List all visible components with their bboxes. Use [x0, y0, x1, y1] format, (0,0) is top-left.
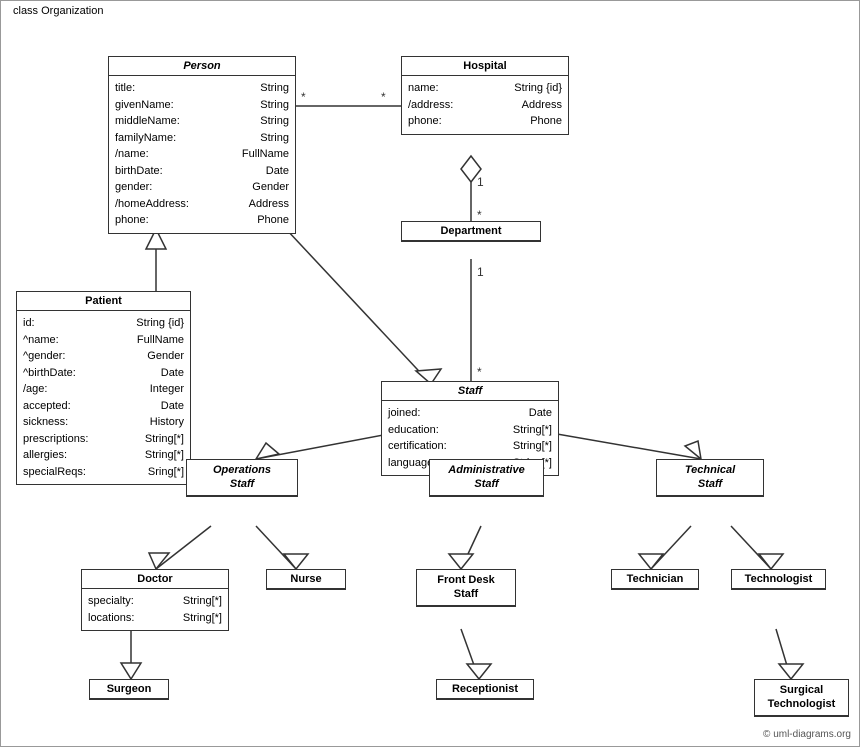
svg-text:*: * [381, 90, 386, 104]
hospital-header: Hospital [402, 57, 568, 76]
receptionist-header: Receptionist [437, 680, 533, 699]
nurse-class: Nurse [266, 569, 346, 590]
technologist-class: Technologist [731, 569, 826, 590]
technical-staff-header: TechnicalStaff [657, 460, 763, 496]
receptionist-class: Receptionist [436, 679, 534, 700]
diagram-title: class Organization [9, 5, 108, 17]
surgical-technologist-class: SurgicalTechnologist [754, 679, 849, 717]
technician-header: Technician [612, 570, 698, 589]
person-class: Person title:String givenName:String mid… [108, 56, 296, 234]
department-header: Department [402, 222, 540, 241]
doctor-class: Doctor specialty:String[*] locations:Str… [81, 569, 229, 631]
svg-text:1: 1 [477, 175, 484, 189]
technician-class: Technician [611, 569, 699, 590]
technical-staff-class: TechnicalStaff [656, 459, 764, 497]
administrative-staff-class: AdministrativeStaff [429, 459, 544, 497]
doctor-header: Doctor [82, 570, 228, 589]
technologist-header: Technologist [732, 570, 825, 589]
front-desk-staff-class: Front DeskStaff [416, 569, 516, 607]
svg-text:*: * [477, 365, 482, 379]
doctor-body: specialty:String[*] locations:String[*] [82, 589, 228, 630]
operations-staff-class: OperationsStaff [186, 459, 298, 497]
nurse-header: Nurse [267, 570, 345, 589]
patient-header: Patient [17, 292, 190, 311]
diagram: class Organization * * 1 * 1 * [0, 0, 860, 747]
staff-header: Staff [382, 382, 558, 401]
svg-text:*: * [301, 90, 306, 104]
hospital-body: name:String {id} /address:Address phone:… [402, 76, 568, 134]
person-body: title:String givenName:String middleName… [109, 76, 295, 233]
patient-body: id:String {id} ^name:FullName ^gender:Ge… [17, 311, 190, 484]
copyright: © uml-diagrams.org [763, 729, 851, 740]
department-class: Department [401, 221, 541, 242]
patient-class: Patient id:String {id} ^name:FullName ^g… [16, 291, 191, 485]
person-header: Person [109, 57, 295, 76]
svg-text:*: * [477, 208, 482, 222]
administrative-staff-header: AdministrativeStaff [430, 460, 543, 496]
svg-text:1: 1 [477, 265, 484, 279]
front-desk-staff-header: Front DeskStaff [417, 570, 515, 606]
operations-staff-header: OperationsStaff [187, 460, 297, 496]
surgeon-header: Surgeon [90, 680, 168, 699]
surgical-technologist-header: SurgicalTechnologist [755, 680, 848, 716]
hospital-class: Hospital name:String {id} /address:Addre… [401, 56, 569, 135]
surgeon-class: Surgeon [89, 679, 169, 700]
